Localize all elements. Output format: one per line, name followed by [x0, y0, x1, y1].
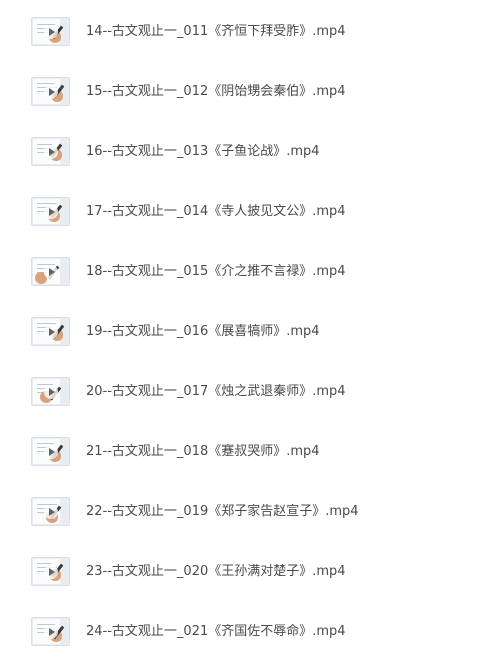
file-row[interactable]: 22--古文观止一_019《郑子家告赵宣子》.mp4 [0, 496, 484, 536]
video-thumbnail-icon[interactable] [31, 557, 70, 586]
video-thumbnail-icon[interactable] [31, 257, 70, 286]
file-row[interactable]: 17--古文观止一_014《寺人披见文公》.mp4 [0, 196, 484, 236]
file-row[interactable]: 18--古文观止一_015《介之推不言禄》.mp4 [0, 256, 484, 296]
file-name[interactable]: 17--古文观止一_014《寺人披见文公》.mp4 [86, 204, 476, 220]
file-name[interactable]: 14--古文观止一_011《齐恒下拜受胙》.mp4 [86, 24, 476, 40]
file-row[interactable]: 19--古文观止一_016《展喜犒师》.mp4 [0, 316, 484, 356]
video-file-list: 14--古文观止一_011《齐恒下拜受胙》.mp4 15--古文观止一_012《… [0, 0, 484, 665]
file-name[interactable]: 21--古文观止一_018《蹇叔哭师》.mp4 [86, 444, 476, 460]
file-name[interactable]: 22--古文观止一_019《郑子家告赵宣子》.mp4 [86, 504, 476, 520]
video-thumbnail-icon[interactable] [31, 317, 70, 346]
file-row[interactable]: 23--古文观止一_020《王孙满对楚子》.mp4 [0, 556, 484, 596]
file-name[interactable]: 19--古文观止一_016《展喜犒师》.mp4 [86, 324, 476, 340]
file-row[interactable]: 21--古文观止一_018《蹇叔哭师》.mp4 [0, 436, 484, 476]
file-row[interactable]: 14--古文观止一_011《齐恒下拜受胙》.mp4 [0, 16, 484, 56]
file-row[interactable]: 15--古文观止一_012《阴饴甥会秦伯》.mp4 [0, 76, 484, 116]
file-row[interactable]: 16--古文观止一_013《子鱼论战》.mp4 [0, 136, 484, 176]
file-name[interactable]: 15--古文观止一_012《阴饴甥会秦伯》.mp4 [86, 84, 476, 100]
file-row[interactable]: 24--古文观止一_021《齐国佐不辱命》.mp4 [0, 616, 484, 656]
file-name[interactable]: 23--古文观止一_020《王孙满对楚子》.mp4 [86, 564, 476, 580]
video-thumbnail-icon[interactable] [31, 137, 70, 166]
video-thumbnail-icon[interactable] [31, 77, 70, 106]
video-thumbnail-icon[interactable] [31, 197, 70, 226]
video-thumbnail-icon[interactable] [31, 497, 70, 526]
video-thumbnail-icon[interactable] [31, 437, 70, 466]
video-thumbnail-icon[interactable] [31, 17, 70, 46]
file-name[interactable]: 20--古文观止一_017《烛之武退秦师》.mp4 [86, 384, 476, 400]
file-name[interactable]: 18--古文观止一_015《介之推不言禄》.mp4 [86, 264, 476, 280]
video-thumbnail-icon[interactable] [31, 617, 70, 646]
file-row[interactable]: 20--古文观止一_017《烛之武退秦师》.mp4 [0, 376, 484, 416]
file-name[interactable]: 16--古文观止一_013《子鱼论战》.mp4 [86, 144, 476, 160]
video-thumbnail-icon[interactable] [31, 377, 70, 406]
file-name[interactable]: 24--古文观止一_021《齐国佐不辱命》.mp4 [86, 624, 476, 640]
